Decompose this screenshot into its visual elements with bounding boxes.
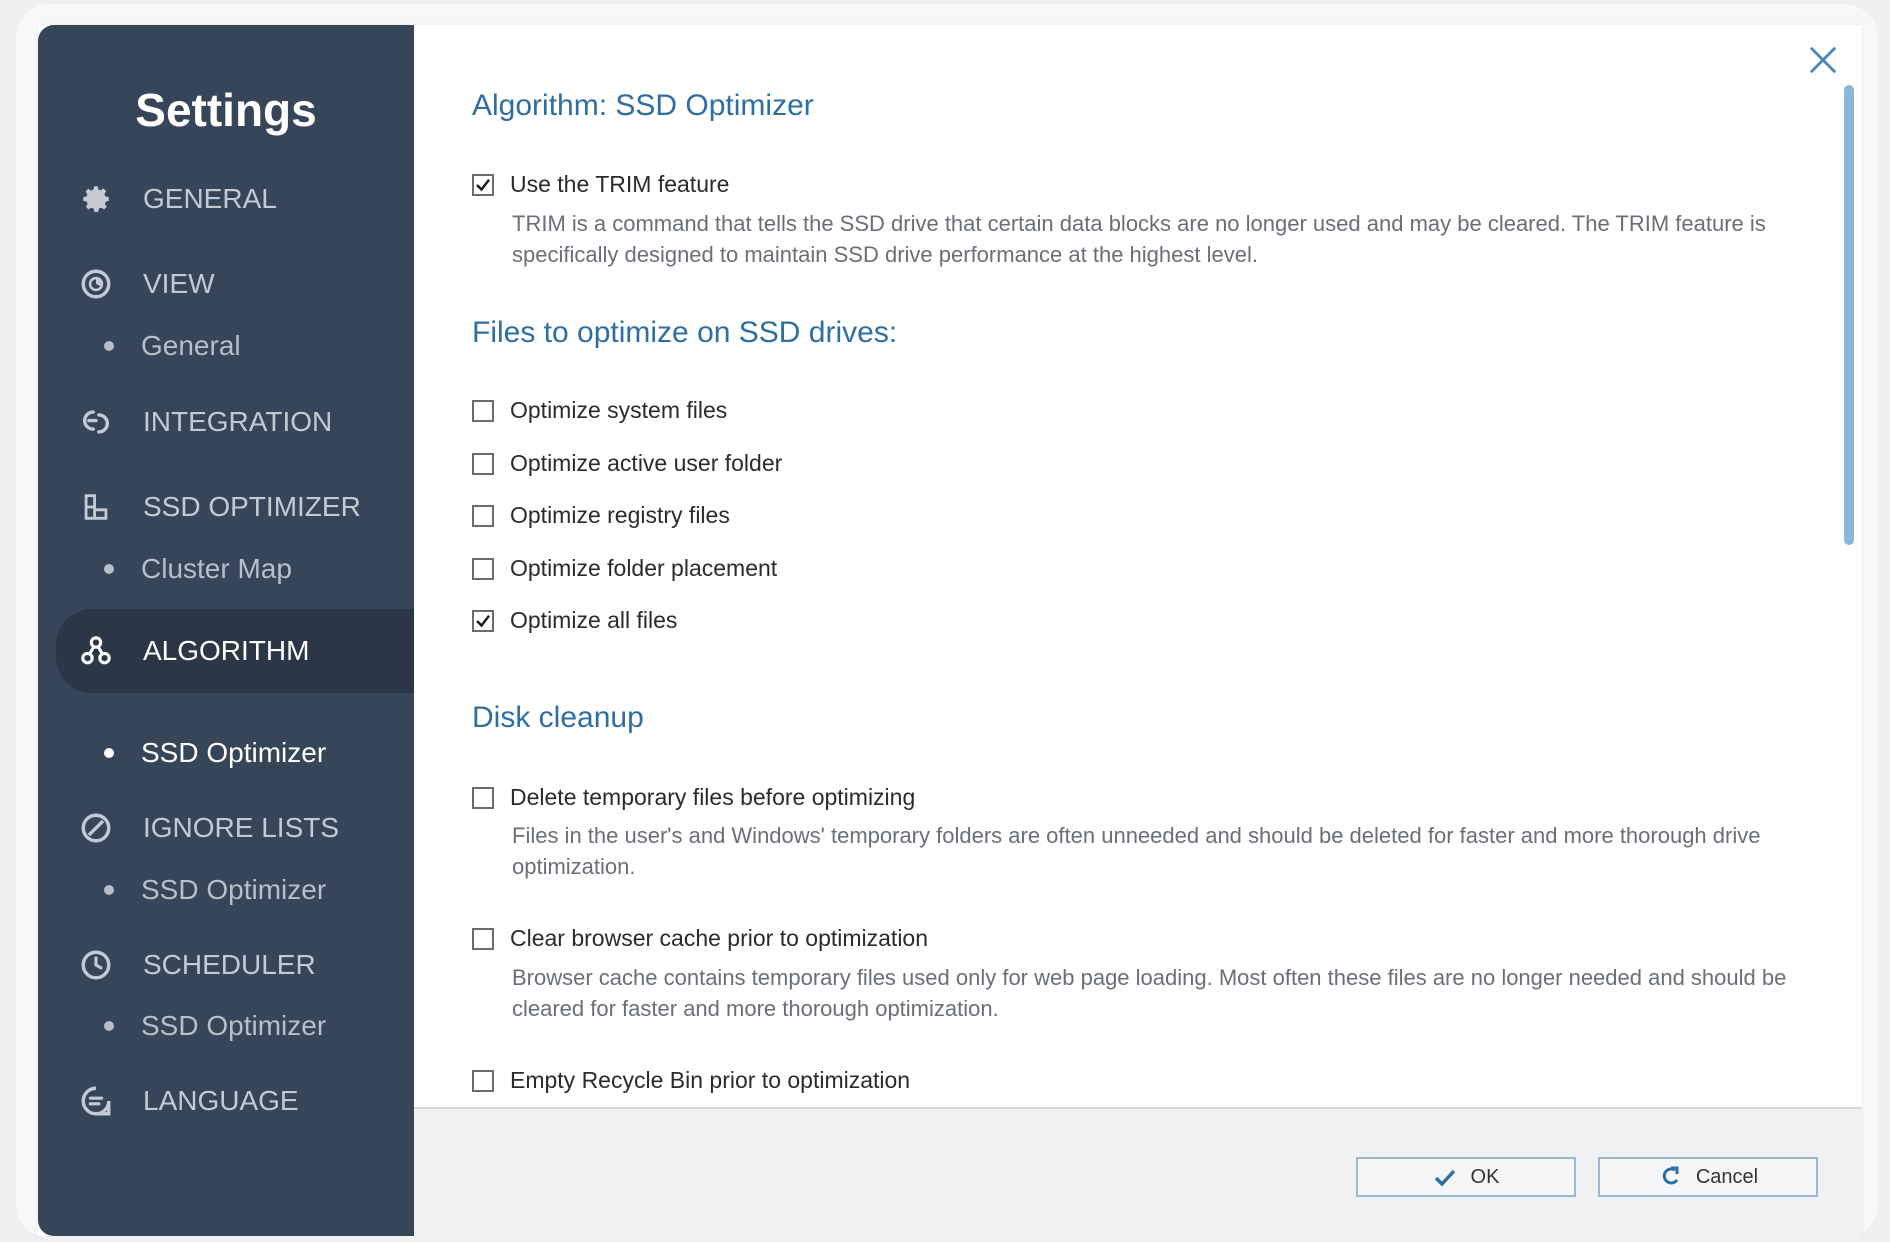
clock-icon xyxy=(79,948,113,982)
undo-icon xyxy=(1662,1166,1679,1185)
sidebar-item-algorithm[interactable]: ALGORITHM xyxy=(56,609,414,693)
vertical-scrollbar[interactable] xyxy=(1844,85,1854,1095)
gear-icon xyxy=(79,182,113,216)
sidebar-subitem-cluster-map[interactable]: Cluster Map xyxy=(38,544,414,594)
bullet-icon xyxy=(104,885,114,895)
sidebar-subitem-label: SSD Optimizer xyxy=(141,874,327,905)
sidebar-subitem-label: SSD Optimizer xyxy=(141,1010,327,1041)
optimize-folder-placement-checkbox[interactable] xyxy=(472,557,494,580)
sidebar-item-ignore-lists[interactable]: IGNORE LISTS xyxy=(38,793,414,863)
ssd-icon xyxy=(79,490,113,524)
integration-icon xyxy=(79,405,113,439)
sidebar-item-ssd-optimizer[interactable]: SSD OPTIMIZER xyxy=(38,472,414,542)
sidebar-item-label: LANGUAGE xyxy=(143,1085,299,1116)
files-heading: Files to optimize on SSD drives: xyxy=(472,316,898,349)
sidebar-subitem-view-general[interactable]: General xyxy=(38,321,414,371)
optimize-active-user-folder-checkbox[interactable] xyxy=(472,452,494,475)
optimize-registry-files-checkbox[interactable] xyxy=(472,504,494,527)
sidebar-subitem-label: General xyxy=(141,330,241,361)
close-button[interactable] xyxy=(1806,43,1840,77)
sidebar-subitem-ignore-ssd-optimizer[interactable]: SSD Optimizer xyxy=(38,865,414,915)
optimize-system-files-checkbox[interactable] xyxy=(472,399,494,422)
empty-recycle-bin-checkbox[interactable] xyxy=(472,1069,494,1092)
delete-temp-files-option[interactable]: Delete temporary files before optimizing xyxy=(472,784,915,811)
trim-description: TRIM is a command that tells the SSD dri… xyxy=(512,211,1766,267)
sidebar-item-language[interactable]: LANGUAGE xyxy=(38,1066,414,1136)
sidebar-subitem-scheduler-ssd-optimizer[interactable]: SSD Optimizer xyxy=(38,1001,414,1051)
optimize-folder-placement-option[interactable]: Optimize folder placement xyxy=(472,555,777,582)
option-label: Optimize system files xyxy=(510,397,728,423)
cancel-button[interactable]: Cancel xyxy=(1598,1157,1818,1197)
empty-recycle-bin-option[interactable]: Empty Recycle Bin prior to optimization xyxy=(472,1067,910,1094)
settings-window: Settings GENERAL VIEW General INTEGRATIO… xyxy=(38,25,1862,1238)
checkmark-icon xyxy=(1434,1169,1455,1187)
check-icon xyxy=(476,614,490,627)
sidebar-item-integration[interactable]: INTEGRATION xyxy=(38,387,414,457)
ignore-icon xyxy=(79,811,113,845)
sidebar-item-label: VIEW xyxy=(143,268,215,299)
optimize-system-files-option[interactable]: Optimize system files xyxy=(472,397,727,424)
trim-label: Use the TRIM feature xyxy=(510,171,730,197)
scrollbar-thumb[interactable] xyxy=(1844,85,1854,545)
sidebar-item-label: INTEGRATION xyxy=(143,406,333,437)
option-label: Optimize all files xyxy=(510,607,678,633)
option-label: Optimize registry files xyxy=(510,502,730,528)
eye-icon xyxy=(79,267,113,301)
sidebar-item-label: IGNORE LISTS xyxy=(143,812,340,843)
check-icon xyxy=(476,178,490,191)
optimize-active-user-folder-option[interactable]: Optimize active user folder xyxy=(472,450,782,477)
clear-browser-cache-option[interactable]: Clear browser cache prior to optimizatio… xyxy=(472,925,928,952)
cancel-button-label: Cancel xyxy=(1695,1165,1759,1188)
sidebar-item-label: SCHEDULER xyxy=(143,949,316,980)
sidebar-item-view[interactable]: VIEW xyxy=(38,249,414,319)
settings-content: Algorithm: SSD Optimizer Use the TRIM fe… xyxy=(414,25,1862,1107)
delete-temp-files-checkbox[interactable] xyxy=(472,786,494,809)
optimize-all-files-checkbox[interactable] xyxy=(472,609,494,632)
sidebar-title: Settings xyxy=(135,84,317,136)
bullet-icon xyxy=(104,564,114,574)
delete-temp-files-description: Files in the user's and Windows' tempora… xyxy=(512,823,1761,879)
trim-checkbox[interactable] xyxy=(472,173,494,196)
sidebar-subitem-algorithm-ssd-optimizer[interactable]: SSD Optimizer xyxy=(38,728,414,778)
language-icon xyxy=(79,1084,113,1118)
bullet-icon xyxy=(104,1021,114,1031)
option-label: Empty Recycle Bin prior to optimization xyxy=(510,1067,911,1093)
sidebar: Settings GENERAL VIEW General INTEGRATIO… xyxy=(38,25,414,1236)
sidebar-item-general[interactable]: GENERAL xyxy=(38,164,414,234)
close-icon xyxy=(1810,47,1836,73)
ok-button-label: OK xyxy=(1470,1165,1500,1188)
option-label: Optimize folder placement xyxy=(510,555,778,581)
option-label: Delete temporary files before optimizing xyxy=(510,784,916,810)
optimize-all-files-option[interactable]: Optimize all files xyxy=(472,607,677,634)
option-label: Optimize active user folder xyxy=(510,450,783,476)
sidebar-subitem-label: SSD Optimizer xyxy=(141,737,327,768)
sidebar-item-scheduler[interactable]: SCHEDULER xyxy=(38,930,414,1000)
sidebar-item-label: GENERAL xyxy=(143,183,277,214)
optimize-registry-files-option[interactable]: Optimize registry files xyxy=(472,502,730,529)
clear-browser-cache-checkbox[interactable] xyxy=(472,927,494,950)
ok-button[interactable]: OK xyxy=(1356,1157,1576,1197)
trim-option[interactable]: Use the TRIM feature xyxy=(472,171,729,198)
dialog-footer: OK Cancel xyxy=(414,1107,1862,1238)
algorithm-heading: Algorithm: SSD Optimizer xyxy=(472,89,814,122)
cleanup-heading: Disk cleanup xyxy=(472,701,644,734)
sidebar-item-label: SSD OPTIMIZER xyxy=(143,491,361,522)
bullet-icon xyxy=(104,341,114,351)
clear-browser-cache-description: Browser cache contains temporary files u… xyxy=(512,965,1787,1021)
sidebar-subitem-label: Cluster Map xyxy=(141,553,292,584)
algorithm-icon xyxy=(79,634,113,668)
option-label: Clear browser cache prior to optimizatio… xyxy=(510,925,929,951)
sidebar-item-label: ALGORITHM xyxy=(143,635,310,666)
bullet-icon xyxy=(104,748,114,758)
